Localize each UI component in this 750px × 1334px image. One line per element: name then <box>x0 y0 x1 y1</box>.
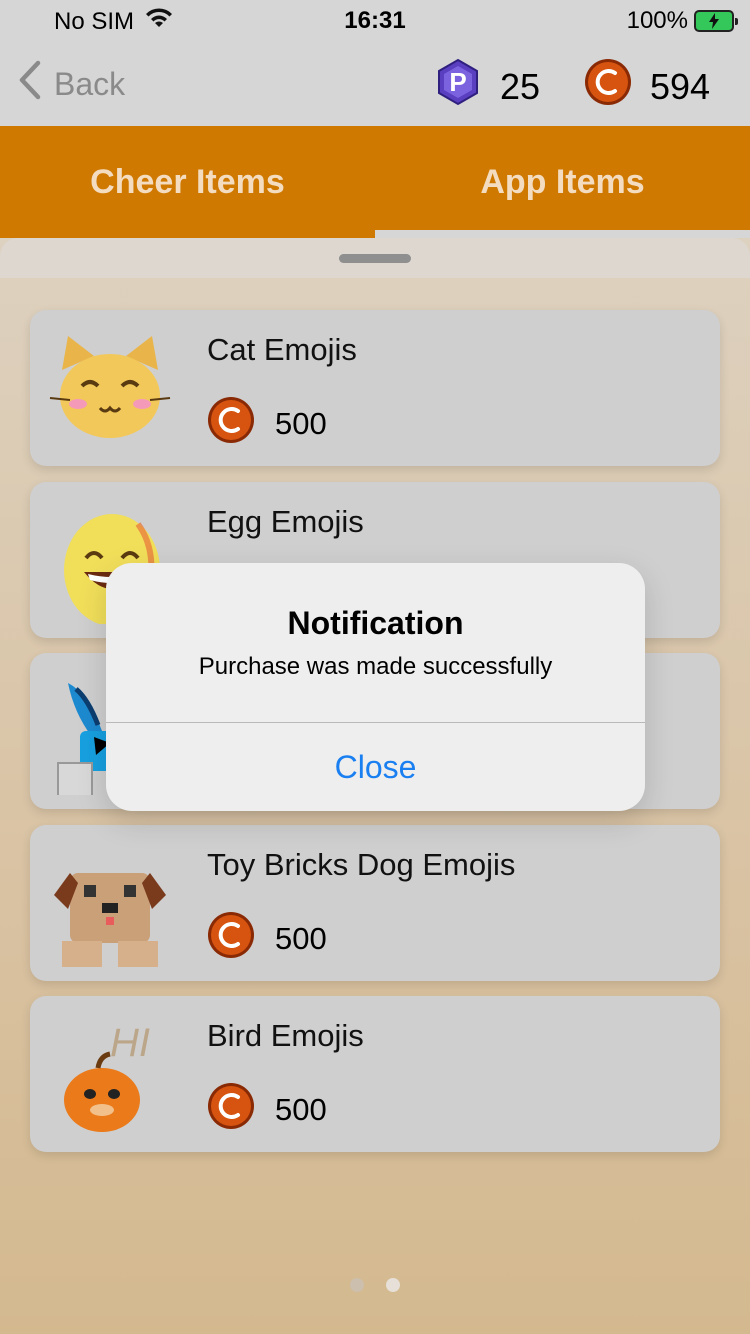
notification-alert: Notification Purchase was made successfu… <box>106 563 645 811</box>
alert-title: Notification <box>287 605 464 641</box>
alert-message: Purchase was made successfully <box>198 653 553 680</box>
close-button[interactable]: Close <box>106 723 645 811</box>
